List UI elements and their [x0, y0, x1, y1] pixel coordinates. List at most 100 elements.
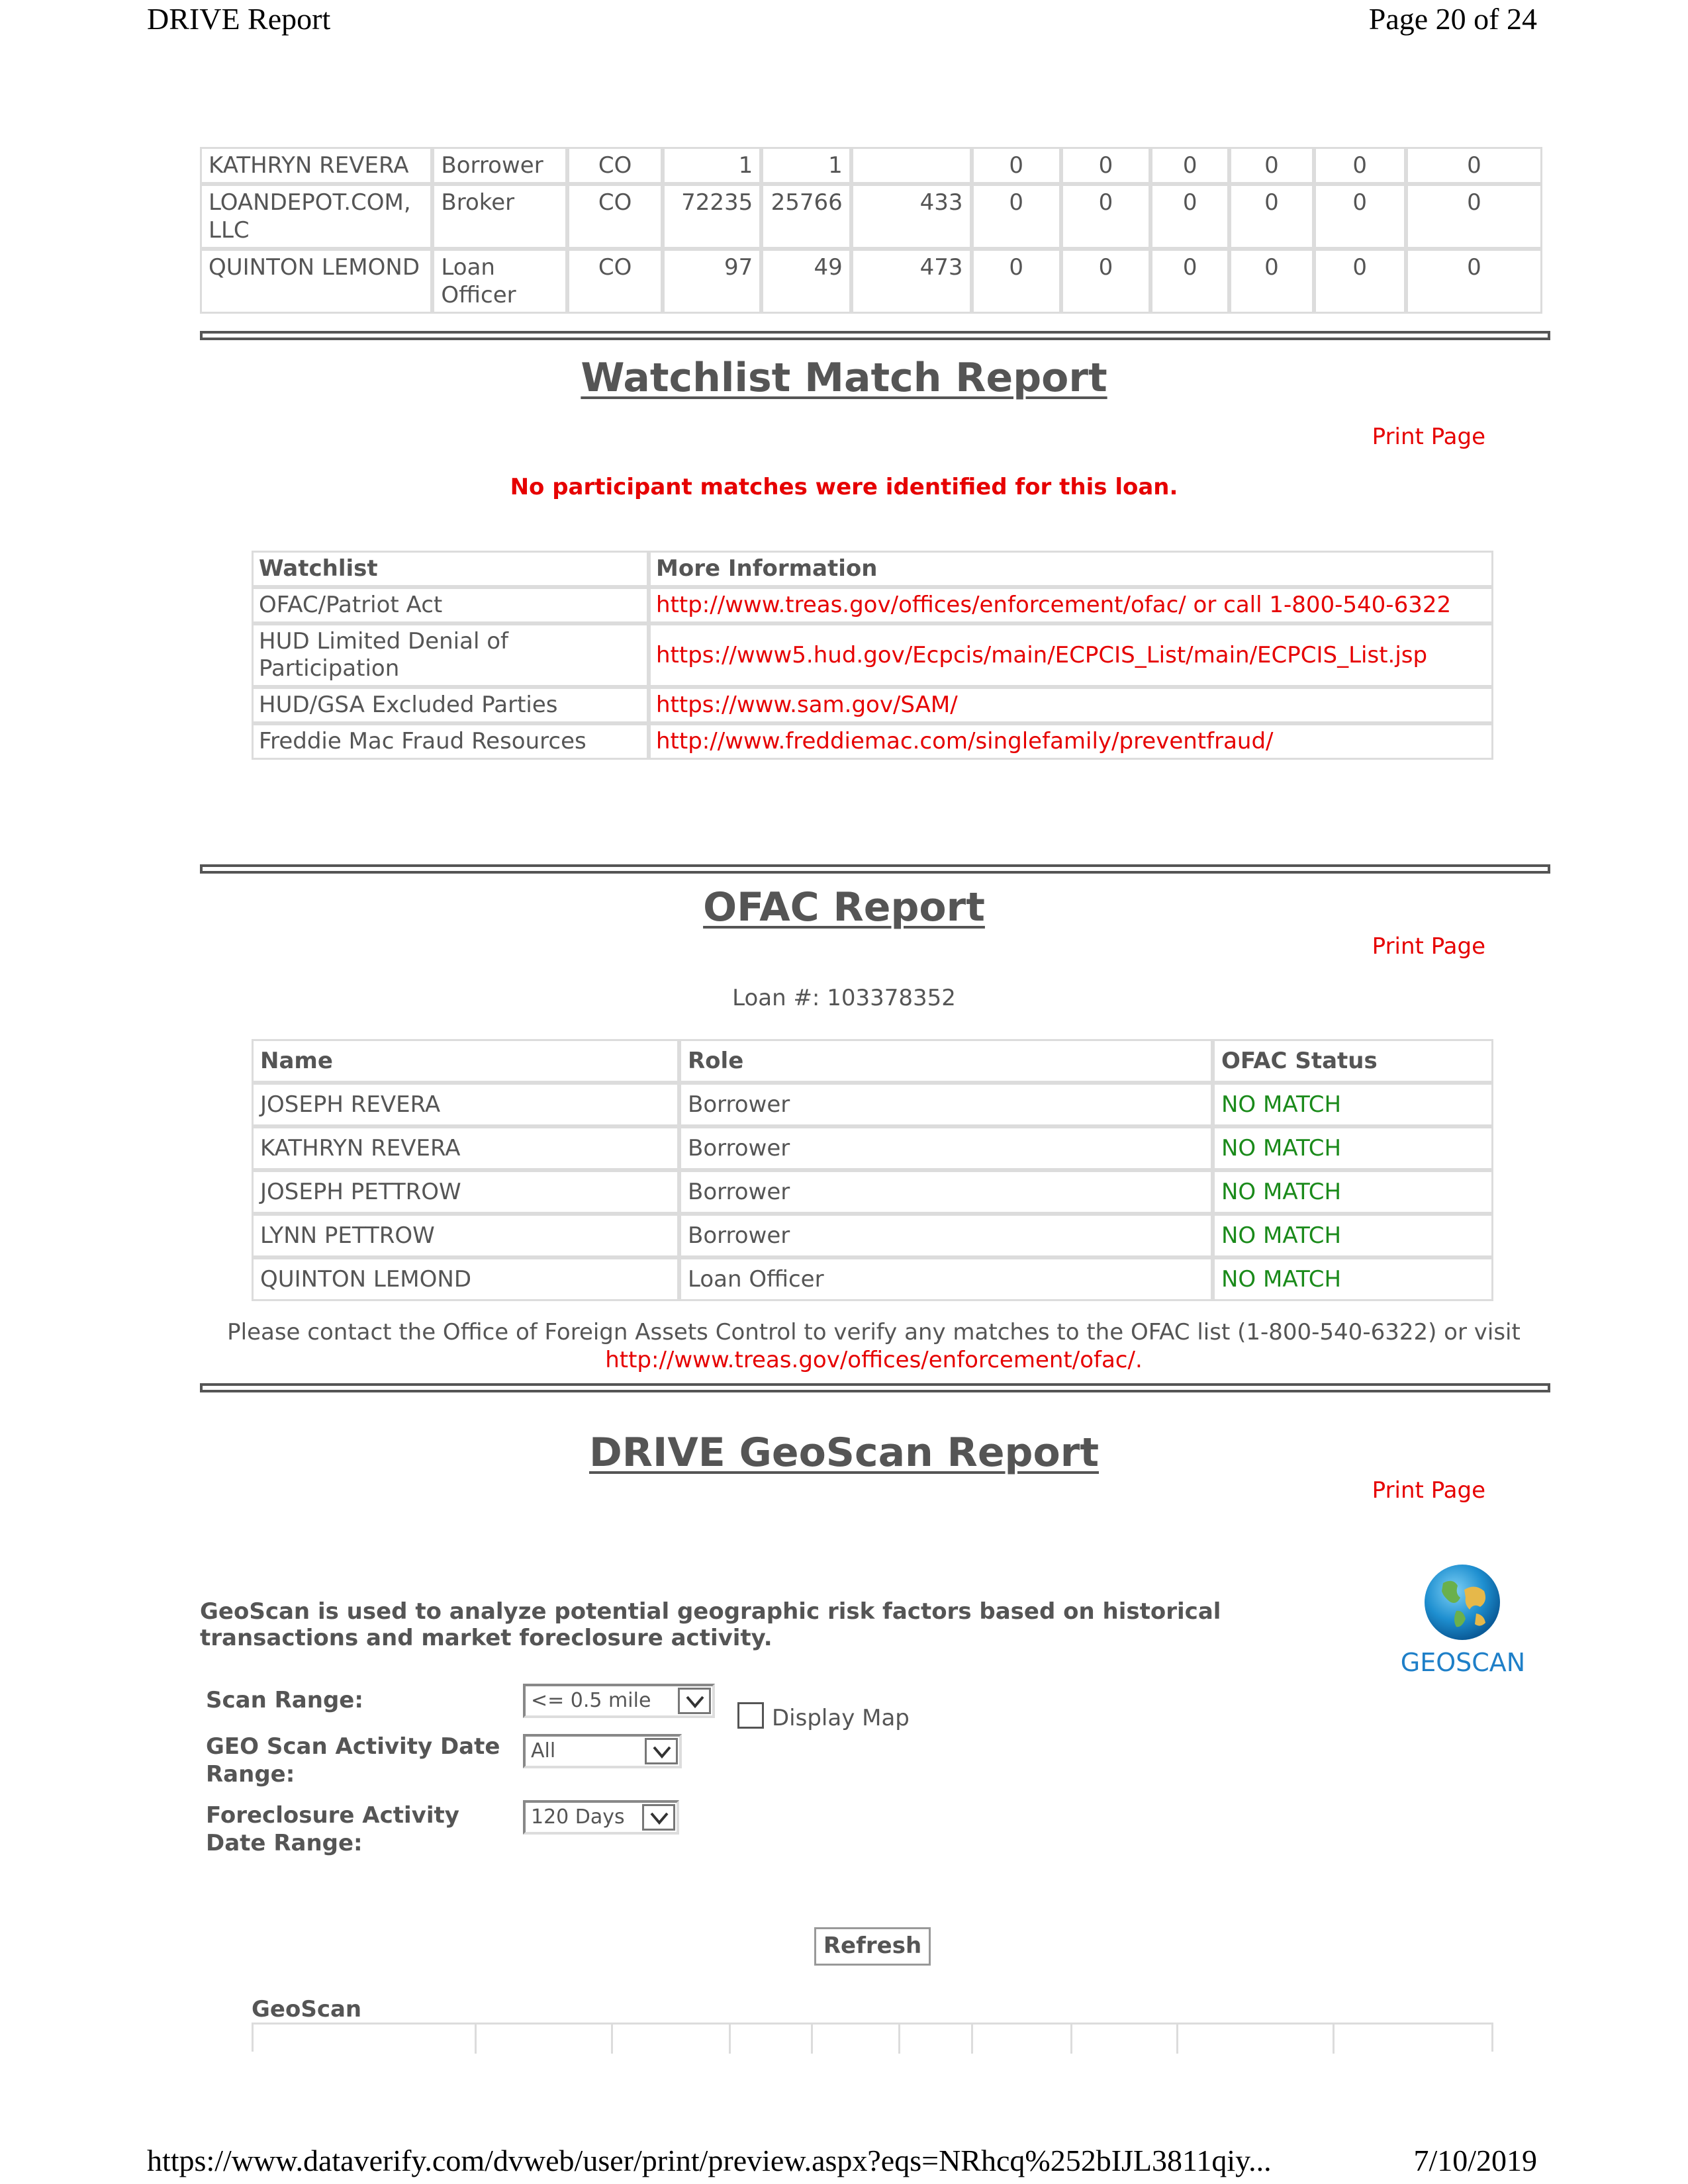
- participant-cell-c8: 0: [1313, 147, 1406, 184]
- scan-range-select[interactable]: <= 0.5 mile: [523, 1684, 715, 1718]
- participant-cell-c1: 1: [662, 147, 762, 184]
- participant-cell-name: LOANDEPOT.COM, LLC: [200, 184, 433, 249]
- table-row: JOSEPH PETTROW Borrower NO MATCH: [252, 1170, 1493, 1214]
- chevron-down-icon[interactable]: [642, 1804, 675, 1831]
- table-row: Freddie Mac Fraud Resources http://www.fr…: [252, 723, 1493, 760]
- participant-cell-c4: 0: [971, 184, 1061, 249]
- foreclosure-date-range-select[interactable]: 120 Days: [523, 1800, 679, 1835]
- watchlist-info-link[interactable]: http://www.treas.gov/offices/enforcement…: [649, 587, 1493, 623]
- ofac-contact-text: Please contact the Office of Foreign Ass…: [227, 1319, 1521, 1345]
- table-column-divider: [1070, 2025, 1072, 2054]
- ofac-status-column-header: OFAC Status: [1213, 1039, 1493, 1083]
- section-divider: [200, 864, 1550, 874]
- watchlist-header-row: Watchlist More Information: [252, 551, 1493, 587]
- ofac-name: QUINTON LEMOND: [252, 1257, 679, 1301]
- participant-cell-state: CO: [567, 147, 663, 184]
- participant-cell-c4: 0: [971, 147, 1061, 184]
- participant-cell-c6: 0: [1150, 184, 1230, 249]
- activity-date-range-value: All: [531, 1739, 556, 1762]
- watchlist-name: OFAC/Patriot Act: [252, 587, 649, 623]
- ofac-role: Loan Officer: [679, 1257, 1213, 1301]
- watchlist-table: Watchlist More Information OFAC/Patriot …: [252, 551, 1493, 760]
- participant-cell-name: KATHRYN REVERA: [200, 147, 433, 184]
- table-column-divider: [811, 2025, 813, 2054]
- participant-cell-c9: 0: [1405, 184, 1542, 249]
- watchlist-info-link[interactable]: https://www5.hud.gov/Ecpcis/main/ECPCIS_…: [649, 623, 1493, 687]
- participant-cell-c3: 433: [851, 184, 972, 249]
- geoscan-description: GeoScan is used to analyze potential geo…: [200, 1598, 1221, 1651]
- ofac-website-link[interactable]: http://www.treas.gov/offices/enforcement…: [605, 1347, 1135, 1373]
- watchlist-report-title: Watchlist Match Report: [581, 355, 1107, 401]
- watchlist-name: HUD Limited Denial of Participation: [252, 623, 649, 687]
- print-header-title: DRIVE Report: [147, 2, 331, 36]
- watchlist-info-link[interactable]: https://www.sam.gov/SAM/: [649, 687, 1493, 723]
- ofac-role: Borrower: [679, 1214, 1213, 1257]
- ofac-print-page-link[interactable]: Print Page: [1372, 933, 1485, 960]
- print-footer: https://www.dataverify.com/dvweb/user/pr…: [0, 2143, 1688, 2183]
- ofac-report-title: OFAC Report: [703, 884, 985, 931]
- participant-cell-c2: 25766: [761, 184, 851, 249]
- print-footer-date: 7/10/2019: [1413, 2144, 1537, 2177]
- participant-cell-c5: 0: [1060, 249, 1151, 314]
- participant-cell-c8: 0: [1313, 249, 1406, 314]
- watchlist-name: Freddie Mac Fraud Resources: [252, 723, 649, 760]
- ofac-header-row: Name Role OFAC Status: [252, 1039, 1493, 1083]
- participant-cell-c8: 0: [1313, 184, 1406, 249]
- table-column-divider: [729, 2025, 731, 2054]
- table-column-divider: [1333, 2025, 1335, 2054]
- print-header-page-number: Page 20 of 24: [1368, 2, 1537, 36]
- geoscan-logo-text: GEOSCAN: [1400, 1648, 1526, 1677]
- table-column-divider: [1176, 2025, 1178, 2054]
- display-map-checkbox[interactable]: [737, 1702, 764, 1729]
- participant-cell-c7: 0: [1229, 249, 1314, 314]
- table-row: KATHRYN REVERA Borrower CO 1 1 0 0 0 0 0 0: [200, 147, 1542, 184]
- table-column-divider: [475, 2025, 477, 2054]
- role-column-header: Role: [679, 1039, 1213, 1083]
- geoscan-print-page-link[interactable]: Print Page: [1372, 1477, 1485, 1504]
- foreclosure-date-range-value: 120 Days: [531, 1805, 625, 1829]
- table-column-divider: [611, 2025, 613, 2054]
- display-map-label: Display Map: [772, 1705, 910, 1731]
- ofac-status: NO MATCH: [1213, 1083, 1493, 1126]
- chevron-down-icon[interactable]: [645, 1738, 678, 1764]
- activity-date-range-label: GEO Scan Activity Date Range:: [206, 1733, 500, 1788]
- participant-cell-c2: 49: [761, 249, 851, 314]
- ofac-status: NO MATCH: [1213, 1214, 1493, 1257]
- participant-cell-state: CO: [567, 249, 663, 314]
- participant-cell-c7: 0: [1229, 184, 1314, 249]
- table-row: QUINTON LEMOND Loan Officer CO 97 49 473 0 0 0 0 0…: [200, 249, 1542, 314]
- participant-cell-name: QUINTON LEMOND: [200, 249, 433, 314]
- participant-cell-role: Borrower: [432, 147, 568, 184]
- table-row: OFAC/Patriot Act http://www.treas.gov/off…: [252, 587, 1493, 623]
- ofac-contact-note: Please contact the Office of Foreign Ass…: [185, 1318, 1562, 1374]
- participant-cell-role: Broker: [432, 184, 568, 249]
- no-matches-message: No participant matches were identified f…: [510, 474, 1178, 500]
- participant-cell-role: Loan Officer: [432, 249, 568, 314]
- table-column-divider: [971, 2025, 973, 2054]
- ofac-status: NO MATCH: [1213, 1126, 1493, 1170]
- loan-number: Loan #: 103378352: [732, 985, 956, 1011]
- print-header: DRIVE Report Page 20 of 24: [0, 1, 1688, 41]
- table-row: JOSEPH REVERA Borrower NO MATCH: [252, 1083, 1493, 1126]
- watchlist-print-page-link[interactable]: Print Page: [1372, 424, 1485, 450]
- participant-cell-c3: [851, 147, 972, 184]
- chevron-down-icon[interactable]: [678, 1688, 711, 1714]
- watchlist-info-link[interactable]: http://www.freddiemac.com/singlefamily/p…: [649, 723, 1493, 760]
- ofac-status: NO MATCH: [1213, 1257, 1493, 1301]
- print-footer-url: https://www.dataverify.com/dvweb/user/pr…: [147, 2144, 1272, 2177]
- ofac-name: JOSEPH REVERA: [252, 1083, 679, 1126]
- table-row: LYNN PETTROW Borrower NO MATCH: [252, 1214, 1493, 1257]
- table-column-divider: [898, 2025, 900, 2054]
- table-row: QUINTON LEMOND Loan Officer NO MATCH: [252, 1257, 1493, 1301]
- participant-cell-c3: 473: [851, 249, 972, 314]
- table-row: HUD Limited Denial of Participation https…: [252, 623, 1493, 687]
- participant-cell-c6: 0: [1150, 147, 1230, 184]
- participant-cell-c9: 0: [1405, 249, 1542, 314]
- activity-date-range-select[interactable]: All: [523, 1734, 682, 1768]
- participant-cell-c2: 1: [761, 147, 851, 184]
- refresh-button[interactable]: Refresh: [814, 1927, 931, 1966]
- participants-table: KATHRYN REVERA Borrower CO 1 1 0 0 0 0 0 0 LOANDEPO…: [200, 147, 1542, 314]
- participant-cell-c5: 0: [1060, 147, 1151, 184]
- ofac-note-period: .: [1135, 1347, 1143, 1373]
- geoscan-table-label: GeoScan: [252, 1996, 362, 2023]
